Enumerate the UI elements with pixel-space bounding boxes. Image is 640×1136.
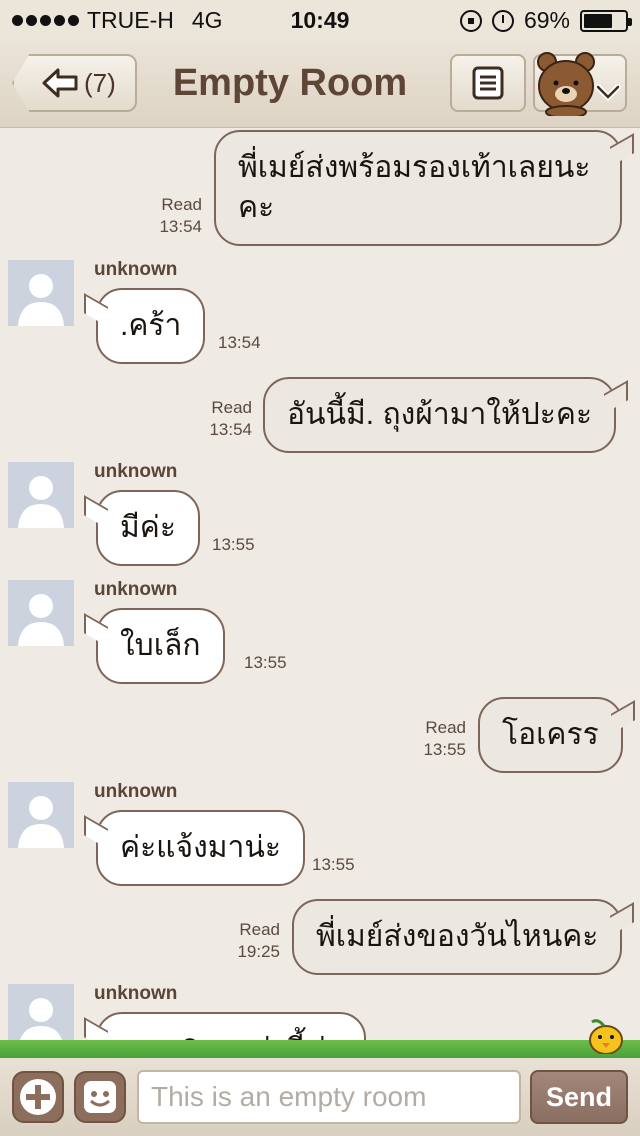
message-input-bar: Send	[0, 1058, 640, 1136]
message-text: .คร้า	[120, 309, 182, 342]
message-text: พี่เมย์ส่งของวันไหนคะ	[316, 920, 599, 953]
emoji-icon	[84, 1081, 116, 1113]
message-text: ใบเล็ก	[120, 629, 201, 662]
outgoing-message-bubble[interactable]: พี่เมย์ส่งพร้อมรองเท้าเลยนะคะ	[214, 130, 622, 246]
sender-name: unknown	[94, 983, 178, 1004]
avatar[interactable]	[8, 580, 74, 646]
message-text: โอเครร	[502, 718, 599, 751]
back-arrow-icon	[42, 68, 78, 98]
sender-name: unknown	[94, 781, 178, 802]
message-time: 13:54	[159, 217, 202, 236]
status-bar: TRUE-H 4G 10:49 69%	[0, 0, 640, 40]
outgoing-message-bubble[interactable]: โอเครร	[478, 697, 623, 773]
outgoing-message-bubble[interactable]: อันนี้มี. ถุงผ้ามาให้ปะคะ	[263, 377, 617, 453]
message-meta: Read 19:25	[200, 919, 280, 963]
default-avatar-icon	[18, 476, 64, 528]
message-time: 13:54	[209, 420, 252, 439]
message-time: 13:55	[423, 740, 466, 759]
chat-header: (7) Empty Room	[0, 40, 640, 128]
message-time: 19:25	[237, 942, 280, 961]
emoji-button[interactable]	[74, 1071, 126, 1123]
sender-name: unknown	[94, 579, 178, 600]
read-status: Read	[425, 718, 466, 737]
outgoing-message-bubble[interactable]: พี่เมย์ส่งของวันไหนคะ	[292, 899, 623, 975]
message-time: 13:55	[244, 653, 287, 672]
default-avatar-icon	[18, 594, 64, 646]
avatar[interactable]	[8, 782, 74, 848]
alarm-icon	[491, 9, 514, 32]
chevron-down-icon	[595, 84, 621, 102]
status-right: 69%	[459, 7, 632, 34]
back-button[interactable]: (7)	[12, 54, 137, 112]
read-status: Read	[239, 920, 280, 939]
unread-count: (7)	[84, 67, 116, 98]
chick-icon	[589, 1019, 623, 1054]
incoming-message-bubble[interactable]: มีค่ะ	[96, 490, 200, 566]
menu-button[interactable]	[450, 54, 526, 112]
default-avatar-icon	[18, 796, 64, 848]
avatar[interactable]	[8, 260, 74, 326]
brown-bear-icon	[537, 52, 595, 116]
grass-decoration	[0, 1019, 640, 1058]
battery-icon	[580, 9, 632, 32]
battery-percent: 69%	[523, 7, 570, 33]
read-status: Read	[211, 398, 252, 417]
room-title: Empty Room	[172, 62, 408, 104]
message-input[interactable]	[137, 1070, 521, 1124]
avatar[interactable]	[8, 462, 74, 528]
plus-icon	[20, 1079, 56, 1115]
message-time: 13:54	[218, 333, 261, 352]
friend-menu-button[interactable]	[533, 52, 627, 116]
message-meta: Read 13:55	[386, 717, 466, 761]
message-text: มีค่ะ	[120, 511, 176, 544]
incoming-message-bubble[interactable]: ค่ะแจ้งมาน่ะ	[96, 810, 305, 886]
rotation-lock-icon	[459, 9, 482, 32]
message-time: 13:55	[212, 535, 255, 554]
message-list[interactable]: Read 13:54 พี่เมย์ส่งพร้อมรองเท้าเลยนะคะ…	[0, 128, 640, 1056]
sender-name: unknown	[94, 461, 178, 482]
plus-button[interactable]	[12, 1071, 64, 1123]
sender-name: unknown	[94, 259, 178, 280]
message-meta: Read 13:54	[172, 397, 252, 441]
message-time: 13:55	[312, 855, 355, 874]
incoming-message-bubble[interactable]: ใบเล็ก	[96, 608, 225, 684]
message-meta: Read 13:54	[122, 194, 202, 238]
message-text: พี่เมย์ส่งพร้อมรองเท้าเลยนะคะ	[238, 151, 591, 224]
read-status: Read	[161, 195, 202, 214]
message-text: ค่ะแจ้งมาน่ะ	[120, 831, 281, 864]
list-icon	[472, 66, 504, 100]
incoming-message-bubble[interactable]: .คร้า	[96, 288, 206, 364]
send-button[interactable]: Send	[530, 1070, 628, 1124]
message-text: อันนี้มี. ถุงผ้ามาให้ปะคะ	[287, 398, 593, 431]
default-avatar-icon	[18, 274, 64, 326]
